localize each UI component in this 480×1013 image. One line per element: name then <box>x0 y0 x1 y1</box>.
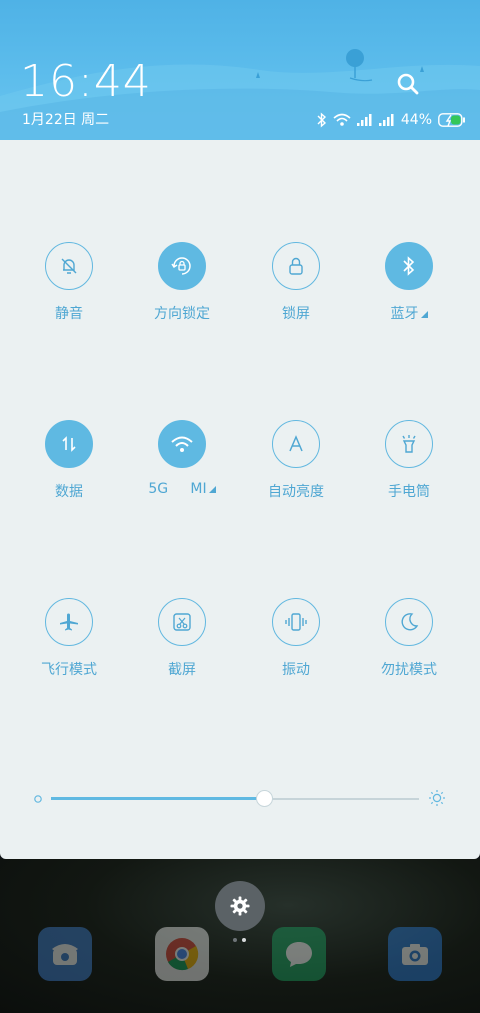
notification-header: 16:44 1月22日 周二 44% <box>0 0 480 140</box>
battery-percent: 44% <box>400 112 432 128</box>
toggle-do-not-disturb[interactable]: 勿扰模式 <box>349 598 469 679</box>
toggle-label: 数据 <box>55 484 83 500</box>
toggle-silent[interactable]: 静音 <box>9 242 129 323</box>
toggle-mobile-data[interactable]: 数据 <box>9 420 129 501</box>
settings-button[interactable] <box>215 881 265 931</box>
expand-triangle-icon <box>208 486 216 493</box>
page-dot-current <box>242 938 246 942</box>
search-icon[interactable] <box>394 70 422 98</box>
mobile-data-icon[interactable] <box>45 420 93 468</box>
battery-charging-icon <box>438 113 466 127</box>
bluetooth-icon[interactable] <box>385 242 433 290</box>
expand-triangle-icon <box>420 311 428 318</box>
flashlight-icon[interactable] <box>385 420 433 468</box>
vibrate-icon[interactable] <box>272 598 320 646</box>
chrome-icon[interactable] <box>155 927 209 981</box>
gear-icon <box>230 896 250 916</box>
page-indicator <box>233 938 246 942</box>
toggle-rotation-lock[interactable]: 方向锁定 <box>122 242 242 323</box>
clock[interactable]: 16:44 <box>20 58 152 106</box>
toggle-label: 手电筒 <box>388 484 430 500</box>
airplane-icon[interactable] <box>45 598 93 646</box>
phone-icon[interactable] <box>38 927 92 981</box>
toggle-label: 5G MI <box>148 481 216 497</box>
rotation-lock-icon[interactable] <box>158 242 206 290</box>
messages-icon[interactable] <box>272 927 326 981</box>
toggle-flashlight[interactable]: 手电筒 <box>349 420 469 501</box>
toggle-label: 自动亮度 <box>268 484 324 500</box>
toggle-lock-screen[interactable]: 锁屏 <box>236 242 356 323</box>
brightness-high-icon <box>429 790 445 806</box>
screenshot-icon[interactable] <box>158 598 206 646</box>
page-dot <box>233 938 237 942</box>
toggle-label: 截屏 <box>168 662 196 678</box>
toggle-bluetooth[interactable]: 蓝牙 <box>349 242 469 323</box>
lock-icon[interactable] <box>272 242 320 290</box>
toggle-wifi[interactable]: 5G MI <box>122 420 242 497</box>
auto-brightness-icon[interactable] <box>272 420 320 468</box>
signal-icon <box>356 114 373 126</box>
signal-icon <box>378 114 395 126</box>
camera-icon[interactable] <box>388 927 442 981</box>
wifi-icon <box>333 113 351 127</box>
brightness-fill <box>51 797 265 800</box>
bluetooth-icon <box>317 112 327 128</box>
toggle-airplane[interactable]: 飞行模式 <box>9 598 129 679</box>
brightness-thumb[interactable] <box>255 790 273 807</box>
toggle-label: 勿扰模式 <box>381 662 437 678</box>
moon-icon[interactable] <box>385 598 433 646</box>
brightness-slider[interactable] <box>32 787 450 811</box>
brightness-low-icon <box>34 795 42 803</box>
toggle-auto-brightness[interactable]: 自动亮度 <box>236 420 356 501</box>
status-bar: 44% <box>317 110 466 130</box>
wifi-icon[interactable] <box>158 420 206 468</box>
toggle-label: 锁屏 <box>282 306 310 322</box>
quick-settings-panel: 静音 方向锁定 锁屏 蓝牙 数据 5G MI 自动亮度 手电筒 飞行模式 截屏 … <box>0 140 480 859</box>
toggle-label: 蓝牙 <box>391 303 428 323</box>
toggle-screenshot[interactable]: 截屏 <box>122 598 242 679</box>
date[interactable]: 1月22日 周二 <box>22 109 109 129</box>
bell-off-icon[interactable] <box>45 242 93 290</box>
toggle-vibrate[interactable]: 振动 <box>236 598 356 679</box>
toggle-label: 方向锁定 <box>154 306 210 322</box>
toggle-label: 静音 <box>55 306 83 322</box>
toggle-label: 飞行模式 <box>41 662 97 678</box>
toggle-label: 振动 <box>282 662 310 678</box>
